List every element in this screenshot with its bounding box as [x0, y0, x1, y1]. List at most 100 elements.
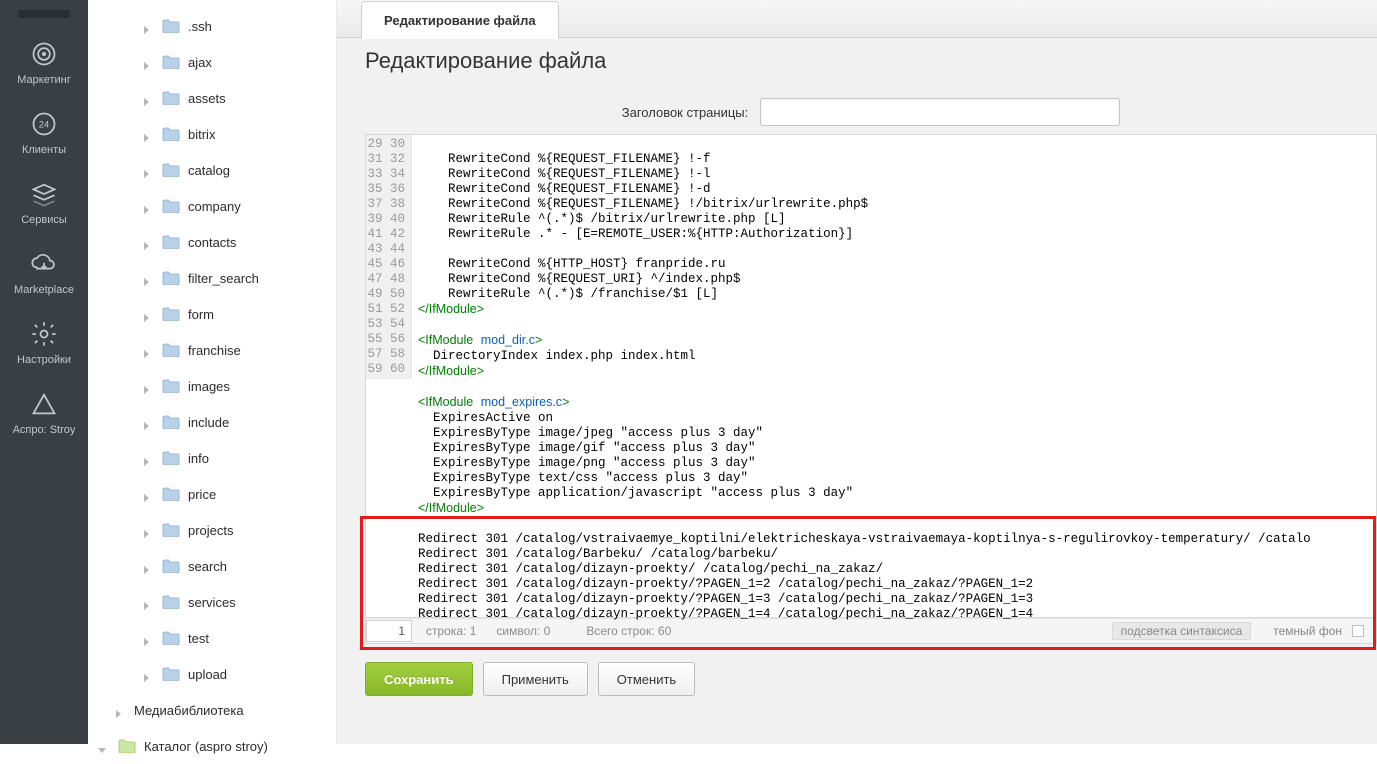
chevron-right-icon — [142, 634, 150, 642]
folder-icon — [118, 739, 136, 753]
tree-item-label: projects — [188, 523, 234, 538]
target-icon — [29, 40, 59, 68]
folder-icon — [162, 451, 180, 465]
tree-item-label: contacts — [188, 235, 236, 250]
tree-folder-info[interactable]: info — [88, 440, 336, 476]
sidebar-item-4[interactable]: Настройки — [0, 310, 88, 380]
chevron-right-icon — [142, 166, 150, 174]
tab-edit-file[interactable]: Редактирование файла — [361, 1, 559, 39]
tree-folder-services[interactable]: services — [88, 584, 336, 620]
sidebar-top-handle — [18, 10, 70, 18]
tree-item-label: catalog — [188, 163, 230, 178]
chevron-right-icon — [142, 418, 150, 426]
tree-item-label: franchise — [188, 343, 241, 358]
folder-icon — [162, 163, 180, 177]
tree-item-label: Каталог (aspro stroy) — [144, 739, 268, 754]
tree-folder-ajax[interactable]: ajax — [88, 44, 336, 80]
tree-folder-company[interactable]: company — [88, 188, 336, 224]
syntax-highlight-toggle[interactable]: подсветка синтаксиса — [1112, 622, 1252, 640]
folder-icon — [162, 559, 180, 573]
sidebar-item-label: Сервисы — [21, 214, 67, 226]
apply-button[interactable]: Применить — [483, 662, 588, 696]
tree-item-label: filter_search — [188, 271, 259, 286]
sidebar-item-label: Маркетинг — [17, 74, 70, 86]
tree-folder-upload[interactable]: upload — [88, 656, 336, 692]
sidebar-item-label: Настройки — [17, 354, 71, 366]
tree-media[interactable]: Медиабиблиотека — [88, 692, 336, 728]
tree-item-label: company — [188, 199, 241, 214]
status-col: символ: 0 — [496, 624, 550, 638]
tab-bar: Редактирование файла — [337, 0, 1377, 38]
chevron-right-icon — [142, 310, 150, 318]
tree-folder-assets[interactable]: assets — [88, 80, 336, 116]
chevron-right-icon — [142, 598, 150, 606]
tree-folder-price[interactable]: price — [88, 476, 336, 512]
dark-theme-toggle[interactable]: темный фон — [1273, 624, 1342, 638]
chevron-right-icon — [114, 706, 122, 714]
status-line: строка: 1 — [426, 624, 476, 638]
chevron-right-icon — [142, 454, 150, 462]
tree-item-label: services — [188, 595, 236, 610]
folder-icon — [162, 91, 180, 105]
tree-item-label: images — [188, 379, 230, 394]
chevron-right-icon — [142, 58, 150, 66]
sidebar-item-label: Marketplace — [14, 284, 74, 296]
sidebar-item-2[interactable]: Сервисы — [0, 170, 88, 240]
sidebar-item-label: Аспро: Stroy — [13, 424, 76, 436]
chevron-right-icon — [142, 130, 150, 138]
tree-folder-search[interactable]: search — [88, 548, 336, 584]
folder-icon — [162, 487, 180, 501]
folder-icon — [162, 127, 180, 141]
code-gutter: 29 30 31 32 33 34 35 36 37 38 39 40 41 4… — [366, 135, 412, 379]
page-header-label: Заголовок страницы: — [622, 105, 749, 120]
folder-icon — [162, 595, 180, 609]
layers-icon — [29, 180, 59, 208]
chevron-right-icon — [142, 670, 150, 678]
tree-item-label: .ssh — [188, 19, 212, 34]
tree-folder-projects[interactable]: projects — [88, 512, 336, 548]
tree-item-label: assets — [188, 91, 226, 106]
chevron-down-icon — [98, 742, 106, 750]
tree-item-label: form — [188, 307, 214, 322]
chevron-right-icon — [142, 202, 150, 210]
page-header-input[interactable] — [760, 98, 1120, 126]
tree-folder-include[interactable]: include — [88, 404, 336, 440]
folder-icon — [162, 307, 180, 321]
code-editor[interactable]: 29 30 31 32 33 34 35 36 37 38 39 40 41 4… — [365, 134, 1377, 618]
chevron-right-icon — [142, 490, 150, 498]
tree-item-label: search — [188, 559, 227, 574]
tree-catalog-root[interactable]: Каталог (aspro stroy) — [88, 728, 336, 764]
tree-folder-bitrix[interactable]: bitrix — [88, 116, 336, 152]
tree-folder-franchise[interactable]: franchise — [88, 332, 336, 368]
tree-item-label: price — [188, 487, 216, 502]
tree-folder-contacts[interactable]: contacts — [88, 224, 336, 260]
tree-folder-form[interactable]: form — [88, 296, 336, 332]
chevron-right-icon — [142, 94, 150, 102]
tree-folder-catalog[interactable]: catalog — [88, 152, 336, 188]
folder-icon — [162, 271, 180, 285]
folder-icon — [162, 631, 180, 645]
sidebar-item-5[interactable]: Аспро: Stroy — [0, 380, 88, 450]
editor-panel: Заголовок страницы: 29 30 31 32 33 34 35… — [365, 88, 1377, 644]
tree-item-label: Медиабиблиотека — [134, 703, 244, 718]
tree-folder-filter_search[interactable]: filter_search — [88, 260, 336, 296]
chevron-right-icon — [142, 346, 150, 354]
svg-text:24: 24 — [39, 120, 49, 130]
tree-item-label: ajax — [188, 55, 212, 70]
sidebar-item-3[interactable]: Marketplace — [0, 240, 88, 310]
chevron-right-icon — [142, 382, 150, 390]
save-button[interactable]: Сохранить — [365, 662, 473, 696]
line-number-input[interactable]: 1 — [366, 620, 412, 642]
folder-icon — [162, 343, 180, 357]
cloud-down-icon — [29, 250, 59, 278]
tree-folder-.ssh[interactable]: .ssh — [88, 8, 336, 44]
tree-folder-images[interactable]: images — [88, 368, 336, 404]
code-content[interactable]: RewriteCond %{REQUEST_FILENAME} !-f Rewr… — [412, 135, 1376, 624]
sidebar-item-1[interactable]: 24Клиенты — [0, 100, 88, 170]
action-buttons: Сохранить Применить Отменить — [337, 644, 1377, 696]
tree-folder-test[interactable]: test — [88, 620, 336, 656]
dark-theme-checkbox[interactable] — [1352, 625, 1364, 637]
status-total: Всего строк: 60 — [586, 624, 671, 638]
sidebar-item-0[interactable]: Маркетинг — [0, 30, 88, 100]
cancel-button[interactable]: Отменить — [598, 662, 695, 696]
